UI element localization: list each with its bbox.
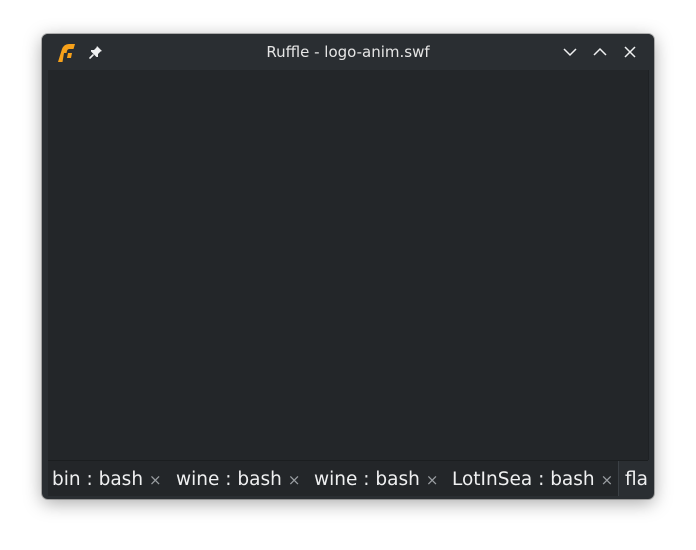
pin-icon[interactable] <box>88 44 104 60</box>
ruffle-logo-icon[interactable] <box>55 41 77 63</box>
close-icon[interactable] <box>622 44 638 60</box>
title-bar[interactable]: Ruffle - logo-anim.swf <box>42 34 654 70</box>
flash-content-area[interactable] <box>48 70 648 460</box>
tab-label: LotInSea : bash <box>452 469 595 490</box>
tab-close-icon[interactable]: × <box>149 462 162 496</box>
tab-close-icon[interactable]: × <box>426 462 439 496</box>
tab-strip: bin : bash × wine : bash × wine : bash × Lo… <box>48 461 619 496</box>
tab-overflow[interactable]: fla <box>625 461 648 496</box>
tab-close-icon[interactable]: × <box>601 462 614 496</box>
chevron-up-icon[interactable] <box>592 44 608 60</box>
tab-label: wine : bash <box>314 469 420 490</box>
tab-wine-bash[interactable]: wine : bash × <box>176 461 300 496</box>
tab-label: wine : bash <box>176 469 282 490</box>
tab-label: bin : bash <box>52 469 144 490</box>
tab-wine-bash-2[interactable]: wine : bash × <box>314 461 438 496</box>
tab-bin-bash[interactable]: bin : bash × <box>52 461 162 496</box>
terminal-tab-bar: bin : bash × wine : bash × wine : bash × Lo… <box>48 460 648 496</box>
tab-close-icon[interactable]: × <box>288 462 301 496</box>
tab-lotinsea-bash[interactable]: LotInSea : bash × <box>452 461 613 496</box>
content-edge <box>648 70 649 460</box>
chevron-down-icon[interactable] <box>562 44 578 60</box>
ruffle-window: Ruffle - logo-anim.swf bin : bash × wine … <box>42 34 654 499</box>
